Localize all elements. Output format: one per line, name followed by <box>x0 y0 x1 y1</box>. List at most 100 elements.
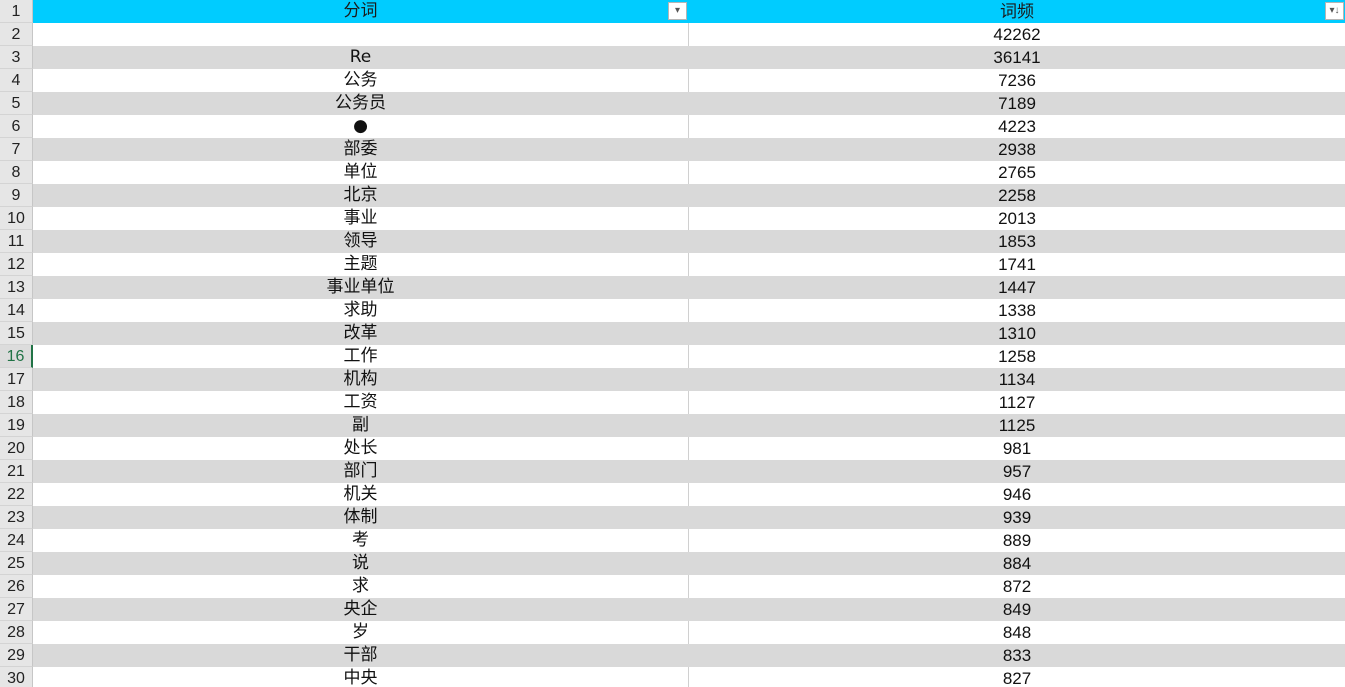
row-number[interactable]: 1 <box>0 0 33 23</box>
word-cell[interactable]: 工资 <box>33 391 689 414</box>
frequency-cell[interactable]: 1127 <box>689 391 1345 414</box>
row-number[interactable]: 26 <box>0 575 33 598</box>
row-number[interactable]: 29 <box>0 644 33 667</box>
frequency-cell[interactable]: 7236 <box>689 69 1345 92</box>
word-cell[interactable]: 求 <box>33 575 689 598</box>
table-row: 25 说 884 <box>0 552 1345 575</box>
row-number[interactable]: 19 <box>0 414 33 437</box>
word-cell[interactable]: ● <box>33 115 689 138</box>
table-row: 12 主题 1741 <box>0 253 1345 276</box>
row-number[interactable]: 25 <box>0 552 33 575</box>
frequency-cell[interactable]: 889 <box>689 529 1345 552</box>
word-cell[interactable]: 事业 <box>33 207 689 230</box>
frequency-cell[interactable]: 1447 <box>689 276 1345 299</box>
word-cell[interactable]: 体制 <box>33 506 689 529</box>
word-cell[interactable]: 求助 <box>33 299 689 322</box>
frequency-cell[interactable]: 1134 <box>689 368 1345 391</box>
row-number[interactable]: 15 <box>0 322 33 345</box>
row-number[interactable]: 16 <box>0 345 33 368</box>
row-number[interactable]: 12 <box>0 253 33 276</box>
frequency-cell[interactable]: 1310 <box>689 322 1345 345</box>
row-number[interactable]: 24 <box>0 529 33 552</box>
frequency-cell[interactable]: 2258 <box>689 184 1345 207</box>
row-number[interactable]: 30 <box>0 667 33 687</box>
word-cell[interactable]: 央企 <box>33 598 689 621</box>
frequency-cell[interactable]: 827 <box>689 667 1345 687</box>
table-row: 3 Re 36141 <box>0 46 1345 69</box>
row-number[interactable]: 2 <box>0 23 33 46</box>
row-number[interactable]: 17 <box>0 368 33 391</box>
row-number[interactable]: 21 <box>0 460 33 483</box>
word-cell[interactable]: 干部 <box>33 644 689 667</box>
frequency-cell[interactable]: 2765 <box>689 161 1345 184</box>
frequency-cell[interactable]: 1338 <box>689 299 1345 322</box>
word-cell[interactable]: 部委 <box>33 138 689 161</box>
sort-descending-filter-icon[interactable]: ▾↓ <box>1325 2 1344 20</box>
row-number[interactable]: 7 <box>0 138 33 161</box>
row-number[interactable]: 4 <box>0 69 33 92</box>
row-number[interactable]: 10 <box>0 207 33 230</box>
table-row: 27 央企 849 <box>0 598 1345 621</box>
frequency-cell[interactable]: 4223 <box>689 115 1345 138</box>
row-number[interactable]: 6 <box>0 115 33 138</box>
table-row: 7 部委 2938 <box>0 138 1345 161</box>
table-row: 19 副 1125 <box>0 414 1345 437</box>
frequency-cell[interactable]: 872 <box>689 575 1345 598</box>
frequency-cell[interactable]: 36141 <box>689 46 1345 69</box>
table-row: 29 干部 833 <box>0 644 1345 667</box>
word-cell[interactable]: 公务 <box>33 69 689 92</box>
row-number[interactable]: 3 <box>0 46 33 69</box>
row-number[interactable]: 8 <box>0 161 33 184</box>
row-number[interactable]: 20 <box>0 437 33 460</box>
filter-dropdown-icon[interactable]: ▾ <box>668 2 687 20</box>
frequency-cell[interactable]: 2013 <box>689 207 1345 230</box>
word-cell[interactable] <box>33 23 689 46</box>
frequency-cell[interactable]: 849 <box>689 598 1345 621</box>
word-cell[interactable]: 工作 <box>33 345 689 368</box>
frequency-cell[interactable]: 884 <box>689 552 1345 575</box>
frequency-cell[interactable]: 848 <box>689 621 1345 644</box>
frequency-cell[interactable]: 939 <box>689 506 1345 529</box>
table-row: 20 处长 981 <box>0 437 1345 460</box>
row-number[interactable]: 28 <box>0 621 33 644</box>
word-cell[interactable]: 说 <box>33 552 689 575</box>
frequency-cell[interactable]: 981 <box>689 437 1345 460</box>
row-number[interactable]: 23 <box>0 506 33 529</box>
word-cell[interactable]: 事业单位 <box>33 276 689 299</box>
header-cell-word[interactable]: 分词 ▾ <box>33 0 689 23</box>
frequency-cell[interactable]: 833 <box>689 644 1345 667</box>
frequency-cell[interactable]: 1741 <box>689 253 1345 276</box>
word-cell[interactable]: Re <box>33 46 689 69</box>
frequency-cell[interactable]: 1853 <box>689 230 1345 253</box>
frequency-cell[interactable]: 1125 <box>689 414 1345 437</box>
frequency-cell[interactable]: 946 <box>689 483 1345 506</box>
row-number[interactable]: 13 <box>0 276 33 299</box>
word-cell[interactable]: 改革 <box>33 322 689 345</box>
word-cell[interactable]: 公务员 <box>33 92 689 115</box>
frequency-cell[interactable]: 1258 <box>689 345 1345 368</box>
word-cell[interactable]: 中央 <box>33 667 689 687</box>
frequency-cell[interactable]: 957 <box>689 460 1345 483</box>
row-number[interactable]: 11 <box>0 230 33 253</box>
word-cell[interactable]: 处长 <box>33 437 689 460</box>
word-cell[interactable]: 领导 <box>33 230 689 253</box>
word-cell[interactable]: 考 <box>33 529 689 552</box>
row-number[interactable]: 27 <box>0 598 33 621</box>
word-cell[interactable]: 北京 <box>33 184 689 207</box>
word-cell[interactable]: 部门 <box>33 460 689 483</box>
frequency-cell[interactable]: 7189 <box>689 92 1345 115</box>
word-cell[interactable]: 岁 <box>33 621 689 644</box>
row-number[interactable]: 22 <box>0 483 33 506</box>
frequency-cell[interactable]: 42262 <box>689 23 1345 46</box>
row-number[interactable]: 18 <box>0 391 33 414</box>
frequency-cell[interactable]: 2938 <box>689 138 1345 161</box>
row-number[interactable]: 5 <box>0 92 33 115</box>
word-cell[interactable]: 副 <box>33 414 689 437</box>
word-cell[interactable]: 机构 <box>33 368 689 391</box>
row-number[interactable]: 14 <box>0 299 33 322</box>
word-cell[interactable]: 主题 <box>33 253 689 276</box>
word-cell[interactable]: 单位 <box>33 161 689 184</box>
word-cell[interactable]: 机关 <box>33 483 689 506</box>
header-cell-frequency[interactable]: 词频 ▾↓ <box>689 0 1345 23</box>
row-number[interactable]: 9 <box>0 184 33 207</box>
